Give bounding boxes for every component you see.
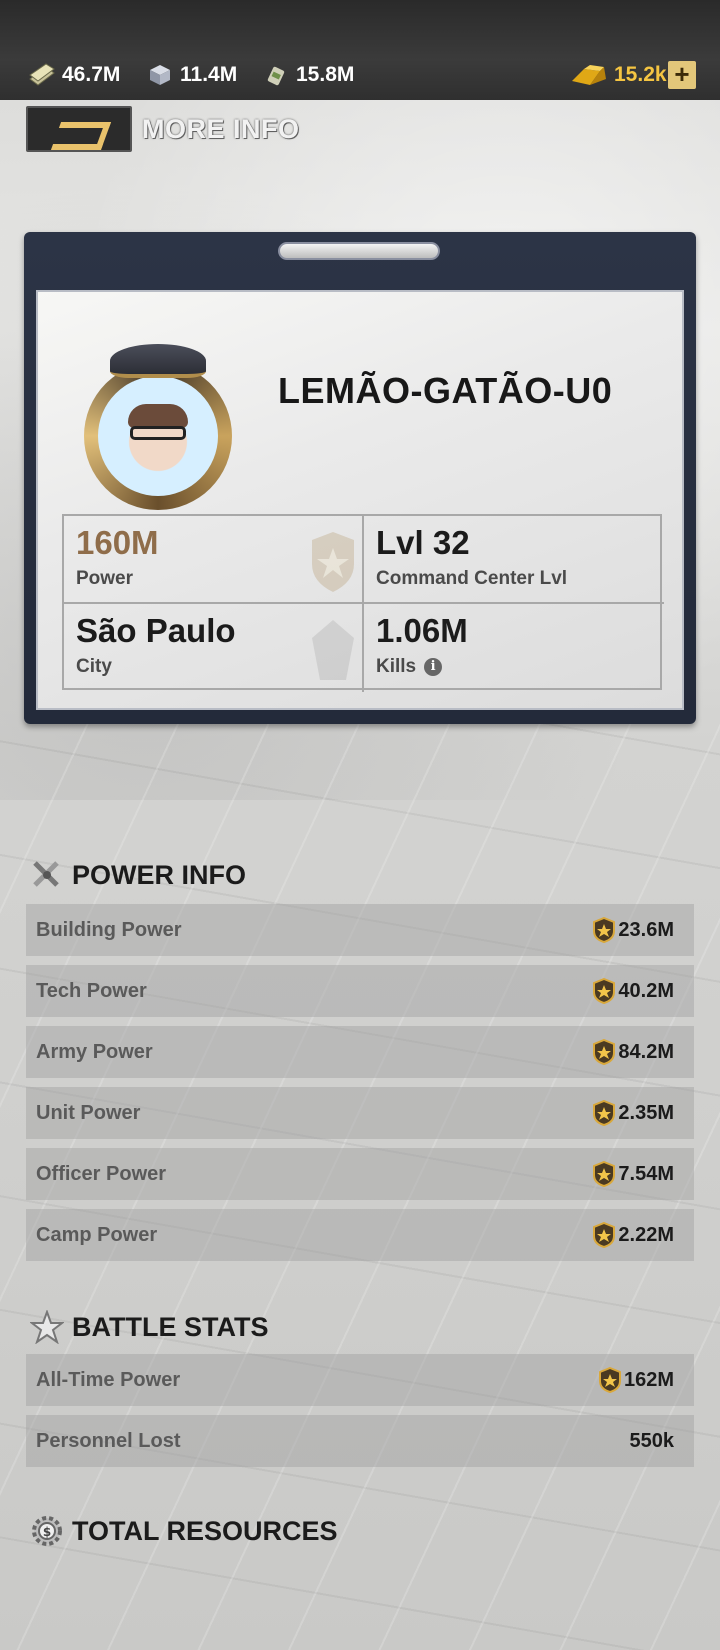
resource-bar: 46.7M 11.4M 15.8M 15.2k + [0, 0, 720, 100]
gold-value: 15.2k [614, 63, 667, 86]
row-value: 2.35M [618, 1101, 674, 1124]
officer-cap-icon [110, 344, 206, 378]
row-label: Army Power [36, 1040, 153, 1063]
row-label: All-Time Power [36, 1368, 181, 1391]
city-emblem-watermark-icon [312, 620, 354, 680]
row-value-wrap: 550k [630, 1430, 675, 1453]
battle-stats-header: BATTLE STATS [30, 1310, 268, 1344]
resource-cash[interactable]: 46.7M [28, 60, 120, 90]
iron-cube-icon [150, 65, 170, 85]
kills-cell: 1.06M Kills i [364, 604, 664, 692]
resource-gold[interactable]: 15.2k [570, 60, 667, 90]
power-row-tech: Tech Power 40.2M [26, 965, 694, 1017]
row-value: 162M [623, 1368, 674, 1391]
card-clip-slot [278, 242, 440, 260]
row-value-wrap: 7.54M [593, 1161, 674, 1187]
power-info-header: POWER INFO [30, 858, 246, 892]
city-cell: São Paulo City [64, 604, 364, 692]
avatar-portrait [98, 376, 218, 496]
avatar[interactable] [76, 344, 236, 510]
row-label: Personnel Lost [36, 1429, 181, 1452]
profile-card-inner: LEMÃO-GATÃO-U0 160M Power Lvl 32 Command… [36, 290, 684, 710]
row-value-wrap: 2.22M [593, 1222, 674, 1248]
level-value: Lvl 32 [376, 524, 470, 561]
row-value-wrap: 84.2M [593, 1039, 674, 1065]
battle-row-personnel-lost: Personnel Lost 550k [26, 1415, 694, 1467]
star-badge-icon [30, 1310, 64, 1344]
power-row-unit: Unit Power 2.35M [26, 1087, 694, 1139]
row-value-wrap: 40.2M [593, 978, 674, 1004]
resource-iron[interactable]: 11.4M [146, 60, 237, 90]
row-label: Tech Power [36, 979, 147, 1002]
row-value: 40.2M [618, 979, 674, 1002]
row-value: 550k [629, 1429, 675, 1452]
power-row-army: Army Power 84.2M [26, 1026, 694, 1078]
kills-value: 1.06M [376, 612, 468, 649]
resource-oil[interactable]: 15.8M [262, 60, 354, 90]
level-cell: Lvl 32 Command Center Lvl [364, 516, 664, 604]
row-label: Building Power [36, 918, 182, 941]
row-value-wrap: 2.35M [593, 1100, 674, 1126]
power-shield-icon [598, 1367, 621, 1393]
power-info-title: POWER INFO [72, 859, 246, 890]
total-resources-header: $ TOTAL RESOURCES [30, 1514, 338, 1548]
row-value: 23.6M [618, 918, 674, 941]
add-gold-button[interactable]: + [668, 61, 696, 89]
power-shield-icon [593, 917, 616, 943]
player-name: LEMÃO-GATÃO-U0 [278, 370, 613, 411]
cash-value: 46.7M [62, 63, 121, 86]
info-icon[interactable]: i [424, 658, 443, 676]
row-label: Camp Power [36, 1223, 158, 1246]
power-cell: 160M Power [64, 516, 364, 604]
total-resources-title: TOTAL RESOURCES [72, 1515, 338, 1546]
row-value: 84.2M [618, 1040, 674, 1063]
more-info-header[interactable]: MORE INFO [26, 106, 300, 152]
battle-row-all-time-power: All-Time Power 162M [26, 1354, 694, 1406]
oil-can-icon [267, 66, 285, 86]
profile-card: LEMÃO-GATÃO-U0 160M Power Lvl 32 Command… [24, 232, 696, 724]
power-shield-icon [593, 1039, 616, 1065]
row-label: Unit Power [36, 1101, 141, 1124]
level-label: Command Center Lvl [376, 568, 568, 589]
svg-text:$: $ [43, 1525, 51, 1539]
power-row-building: Building Power 23.6M [26, 904, 694, 956]
more-info-label: MORE INFO [142, 113, 300, 144]
row-label: Officer Power [36, 1162, 167, 1185]
iron-value: 11.4M [180, 63, 238, 86]
power-shield-icon [593, 978, 616, 1004]
row-value-wrap: 23.6M [593, 917, 674, 943]
gold-bars-icon [572, 65, 606, 85]
more-info-badge-icon [26, 106, 132, 152]
kills-label: Kills [376, 656, 417, 677]
power-shield-icon [593, 1100, 616, 1126]
power-shield-icon [593, 1161, 616, 1187]
power-row-camp: Camp Power 2.22M [26, 1209, 694, 1261]
cash-stack-icon [29, 63, 55, 86]
power-shield-watermark-icon [312, 532, 354, 592]
profile-stats-grid: 160M Power Lvl 32 Command Center Lvl São… [62, 514, 664, 692]
gear-coin-icon: $ [32, 1516, 62, 1546]
row-value: 7.54M [618, 1162, 674, 1185]
battle-stats-title: BATTLE STATS [72, 1311, 269, 1342]
power-row-officer: Officer Power 7.54M [26, 1148, 694, 1200]
row-value-wrap: 162M [598, 1367, 674, 1393]
crossed-swords-icon [33, 861, 59, 887]
kills-label-row: Kills i [376, 656, 652, 678]
power-shield-icon [593, 1222, 616, 1248]
row-value: 2.22M [618, 1223, 674, 1246]
oil-value: 15.8M [296, 63, 355, 86]
